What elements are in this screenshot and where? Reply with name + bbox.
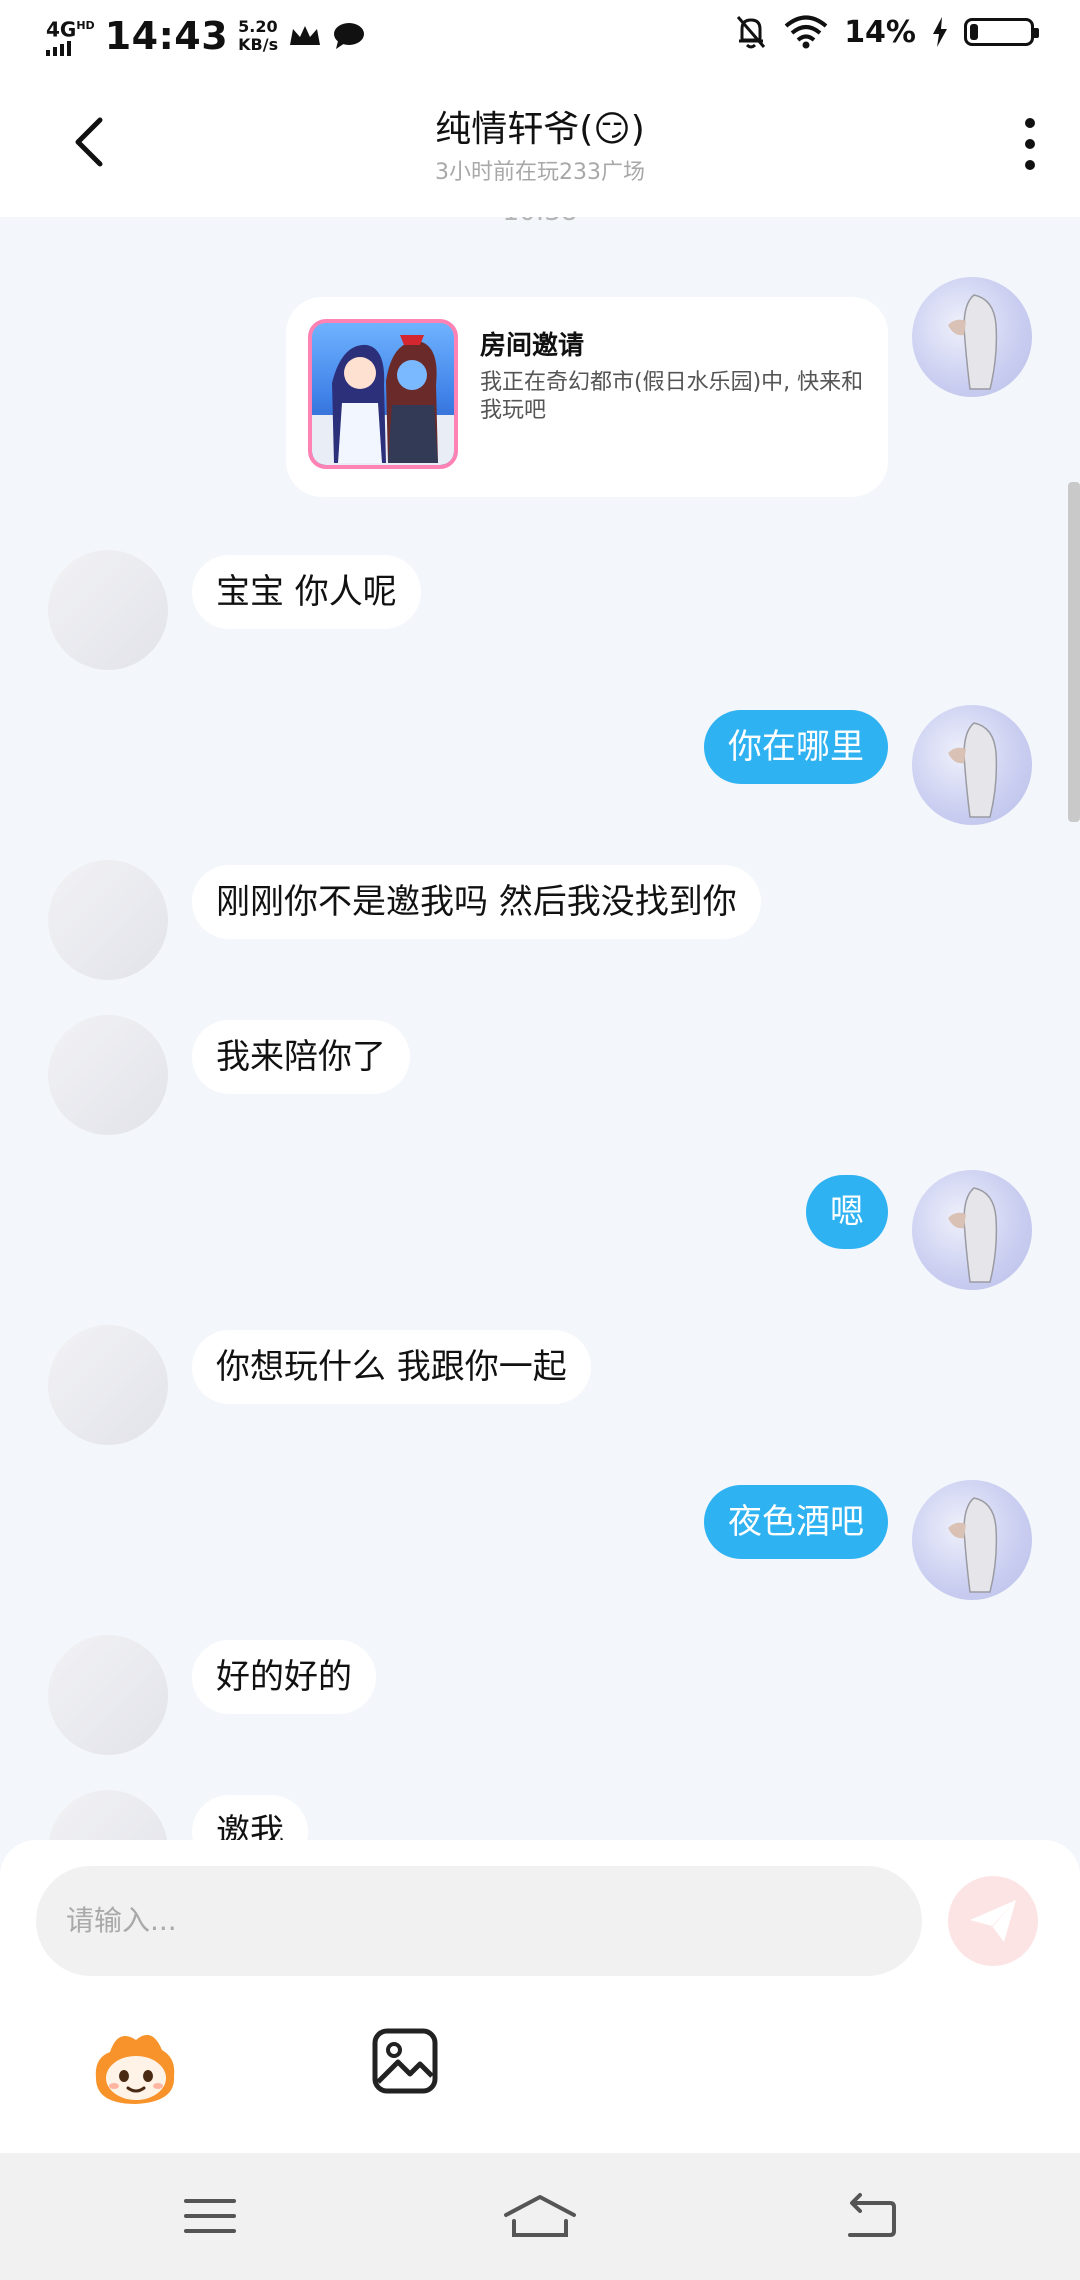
clock: 14:43 — [104, 14, 229, 58]
scrollbar[interactable] — [1068, 482, 1080, 822]
contact-status: 3小时前在玩233广场 — [435, 160, 645, 185]
wifi-icon — [784, 15, 828, 49]
my-avatar[interactable] — [912, 277, 1032, 397]
message-bubble-sent[interactable]: 嗯 — [806, 1175, 888, 1249]
my-avatar[interactable] — [912, 1170, 1032, 1290]
message-timestamp: 10:38 — [0, 217, 1080, 227]
room-invite-card[interactable]: 房间邀请 我正在奇幻都市(假日水乐园)中, 快来和我玩吧 — [286, 297, 888, 497]
network-speed: 5.20 KB/s — [238, 17, 279, 54]
message-bubble-received[interactable]: 刚刚你不是邀我吗 然后我没找到你 — [192, 865, 761, 939]
image-button[interactable] — [370, 2026, 440, 2096]
game-thumbnail — [308, 319, 458, 469]
message-bubble-received[interactable]: 你想玩什么 我跟你一起 — [192, 1330, 591, 1404]
message-bubble-received[interactable]: 我来陪你了 — [192, 1020, 410, 1094]
message-bubble-sent[interactable]: 你在哪里 — [704, 710, 888, 784]
contact-avatar[interactable] — [48, 1015, 168, 1135]
signal-icon — [46, 41, 95, 57]
contact-avatar[interactable] — [48, 1635, 168, 1755]
battery-percent: 14% — [844, 14, 916, 50]
my-avatar[interactable] — [912, 705, 1032, 825]
invite-description: 我正在奇幻都市(假日水乐园)中, 快来和我玩吧 — [480, 370, 864, 423]
crown-icon — [290, 26, 321, 45]
chat-header: 纯情轩爷(😏) 3小时前在玩233广场 — [0, 72, 1080, 217]
composer-panel: 请输入... — [0, 1840, 1080, 2153]
battery-icon — [964, 18, 1039, 46]
contact-avatar[interactable] — [48, 1325, 168, 1445]
send-icon — [970, 1900, 1016, 1942]
message-bubble-received[interactable]: 宝宝 你人呢 — [192, 555, 421, 629]
message-icon — [334, 23, 365, 49]
home-icon[interactable] — [500, 2191, 580, 2241]
bell-muted-icon — [737, 16, 766, 49]
message-list[interactable]: 10:38 房间邀请 我正在奇幻都市(假日水乐园)中, 快来和我玩吧 宝宝 你人… — [0, 217, 1080, 1840]
menu-icon[interactable] — [180, 2191, 240, 2241]
charging-icon — [933, 17, 947, 47]
my-avatar[interactable] — [912, 1480, 1032, 1600]
message-bubble-received[interactable]: 好的好的 — [192, 1640, 376, 1714]
message-input[interactable]: 请输入... — [36, 1866, 922, 1976]
contact-name: 纯情轩爷(😏) — [435, 109, 645, 150]
contact-avatar[interactable] — [48, 860, 168, 980]
contact-avatar[interactable] — [48, 550, 168, 670]
message-bubble-received[interactable]: 邀我 — [192, 1795, 308, 1840]
back-icon[interactable] — [840, 2191, 900, 2241]
send-button[interactable] — [948, 1876, 1038, 1966]
emoji-mascot-icon — [95, 2034, 175, 2104]
system-nav-bar — [0, 2153, 1080, 2280]
emoji-button[interactable] — [90, 2022, 180, 2112]
more-vertical-icon[interactable] — [1010, 114, 1050, 174]
status-bar: 4GHD 14:43 5.20 KB/s 14% — [0, 0, 1080, 72]
message-bubble-sent[interactable]: 夜色酒吧 — [704, 1485, 888, 1559]
contact-avatar[interactable] — [48, 1790, 168, 1840]
image-icon — [372, 2028, 438, 2094]
invite-title: 房间邀请 — [480, 331, 585, 361]
network-indicator: 4GHD — [46, 16, 95, 57]
